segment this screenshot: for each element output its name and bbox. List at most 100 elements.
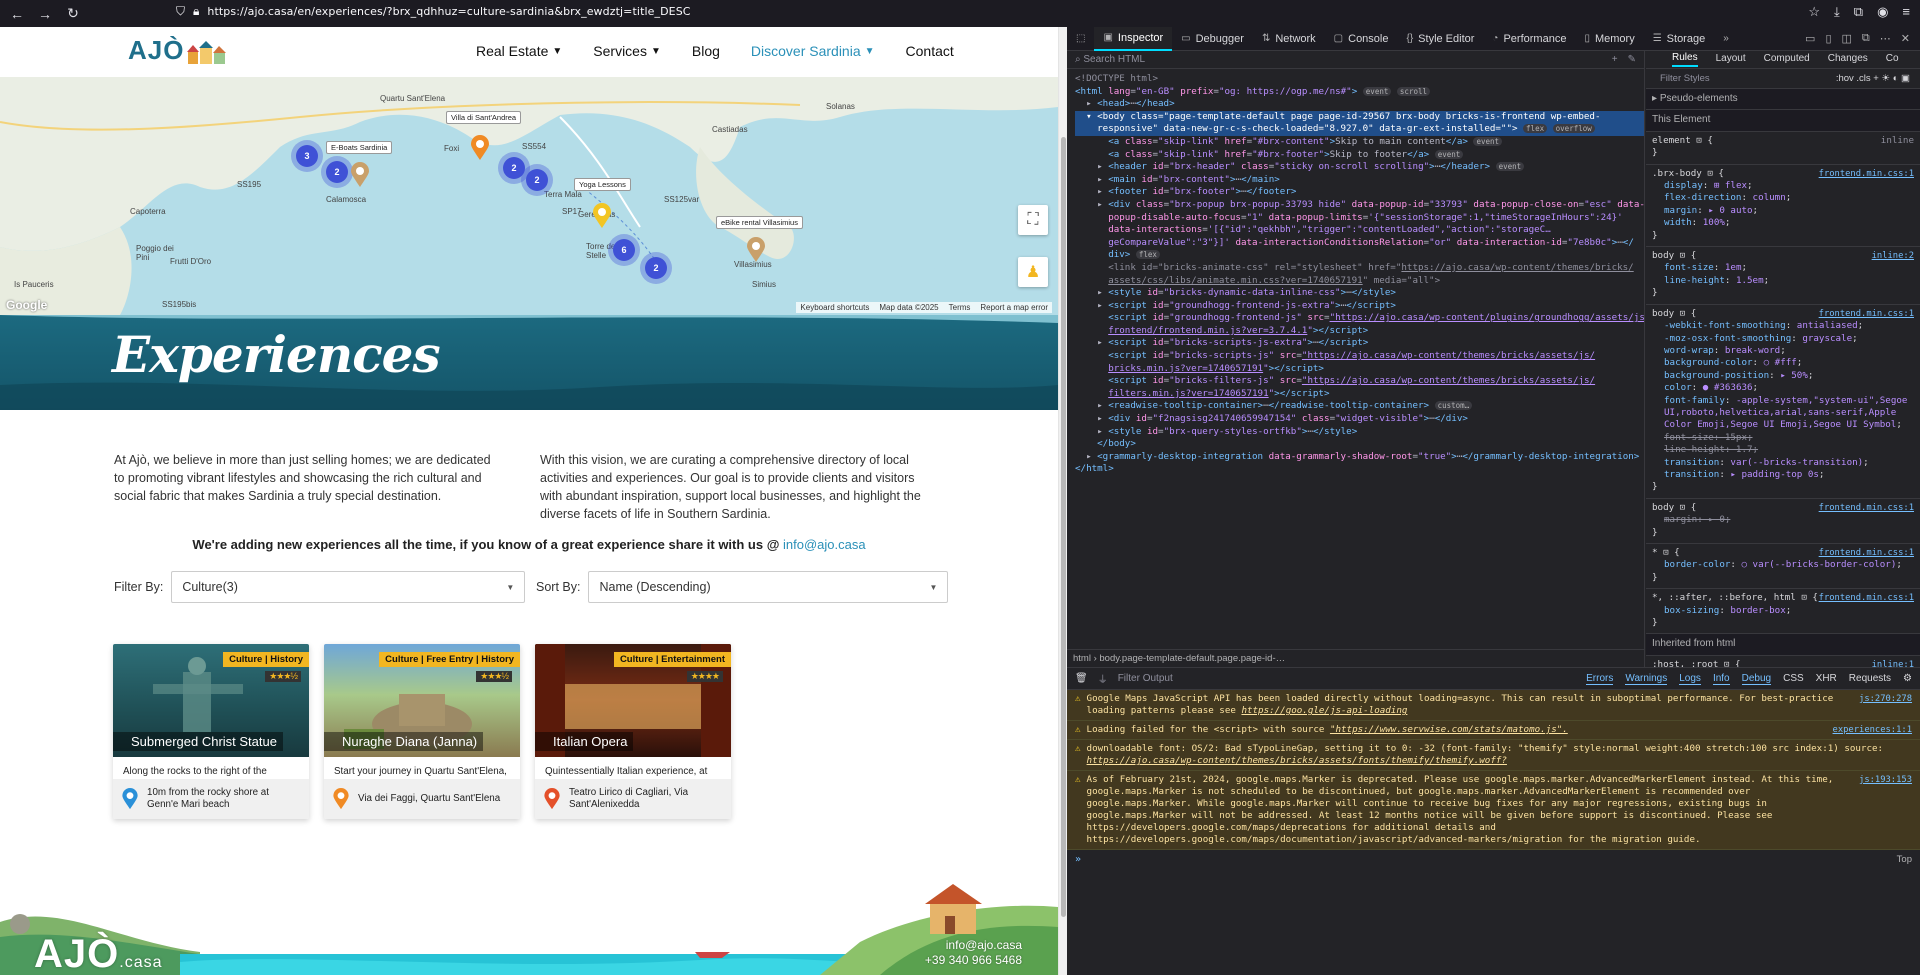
filter-warnings[interactable]: Warnings <box>1625 673 1668 685</box>
tree-node[interactable]: ▸ <div id="f2nagsisg241740659947154" cla… <box>1075 413 1644 426</box>
sort-select[interactable]: Name (Descending) ▼ <box>588 571 949 603</box>
filter-debug[interactable]: Debug <box>1741 673 1772 685</box>
keyboard-shortcuts-link[interactable]: Keyboard shortcuts <box>800 303 869 312</box>
message-link[interactable]: https://ajo.casa/wp-content/themes/brick… <box>1087 755 1507 766</box>
message-source[interactable]: js:270:278 <box>1859 693 1912 717</box>
settings-gear-icon[interactable]: ⚙ <box>1903 673 1912 685</box>
scrollbar-thumb[interactable] <box>1061 137 1066 917</box>
marker-callout[interactable]: Yoga Lessons <box>574 178 631 191</box>
tree-node-selected[interactable]: responsive" data-new-gr-c-s-check-loaded… <box>1075 123 1644 136</box>
pseudo-elements-toggle[interactable]: ▸ Pseudo-elements <box>1646 89 1920 111</box>
more-tabs-icon[interactable]: » <box>1714 27 1738 51</box>
tab-performance[interactable]: ◔ Performance <box>1483 27 1575 51</box>
close-icon[interactable]: ✕ <box>1901 32 1910 45</box>
downloads-icon[interactable]: ⤓ <box>1834 4 1840 20</box>
tab-network[interactable]: ⇅ Network <box>1253 27 1325 51</box>
experience-card[interactable]: Culture | Entertainment ★★★★ Italian Ope… <box>535 644 731 819</box>
tree-node[interactable]: filters.min.js?ver=1740657191"></script> <box>1075 388 1644 401</box>
tab-inspector[interactable]: ▣ Inspector <box>1094 26 1173 51</box>
menu-discover-sardinia[interactable]: Discover Sardinia ▼ <box>751 43 875 59</box>
responsive-icon[interactable]: ▯ <box>1825 32 1831 45</box>
trash-icon[interactable]: 🗑︎ <box>1075 673 1088 684</box>
filter-requests[interactable]: Requests <box>1849 673 1891 685</box>
console-warning[interactable]: ⚠ As of February 21st, 2024, google.maps… <box>1067 771 1920 850</box>
tab-compatibility[interactable]: Co <box>1886 53 1899 65</box>
tree-node[interactable]: ▸ <header id="brx-header" class="sticky … <box>1075 161 1644 174</box>
tree-node[interactable]: ▸ <script id="bricks-scripts-js-extra">⋯… <box>1075 337 1644 350</box>
tab-changes[interactable]: Changes <box>1828 53 1868 65</box>
account-icon[interactable]: ◉ <box>1877 4 1888 20</box>
address-bar[interactable]: ⛉ 🔒︎ https://ajo.casa/en/experiences/?br… <box>176 4 691 19</box>
tab-computed[interactable]: Computed <box>1764 53 1810 65</box>
tree-node[interactable]: <script id="groundhogg-frontend-js" src=… <box>1075 312 1644 325</box>
tree-node[interactable]: <script id="bricks-filters-js" src="http… <box>1075 375 1644 388</box>
menu-icon[interactable]: ≡ <box>1902 4 1910 20</box>
message-source[interactable]: experiences:1:1 <box>1833 724 1912 736</box>
tab-rules[interactable]: Rules <box>1672 52 1698 67</box>
tree-node[interactable]: bricks.min.js?ver=1740657191"></script> <box>1075 363 1644 376</box>
tree-node[interactable]: frontend/frontend.min.js?ver=3.7.4.1"></… <box>1075 325 1644 338</box>
console-warning[interactable]: ⚠ Loading failed for the <script> with s… <box>1067 721 1920 740</box>
tree-node[interactable]: data-interactions='[{"id":"qekhbh","trig… <box>1075 224 1644 237</box>
console-warning[interactable]: ⚠ Google Maps JavaScript API has been lo… <box>1067 690 1920 721</box>
tree-node[interactable]: <!DOCTYPE html> <box>1075 73 1644 86</box>
menu-real-estate[interactable]: Real Estate ▼ <box>476 43 562 59</box>
tree-node[interactable]: <link id="bricks-animate-css" rel="style… <box>1075 262 1644 275</box>
tree-node[interactable]: ▸ <div class="brx-popup brx-popup-33793 … <box>1075 199 1644 212</box>
share-email-link[interactable]: info@ajo.casa <box>783 537 866 552</box>
filter-styles-input[interactable]: Filter Styles :hov .cls + ☀ ◐ ▣ <box>1646 69 1920 89</box>
tab-style-editor[interactable]: {} Style Editor <box>1397 27 1483 51</box>
tree-node[interactable]: assets/css/libs/animate.min.css?ver=1740… <box>1075 275 1644 288</box>
tree-node[interactable]: ▸ <style id="brx-query-styles-ortfkb">⋯<… <box>1075 426 1644 439</box>
bookmark-star-icon[interactable]: ☆ <box>1808 4 1820 20</box>
marker-callout[interactable]: E-Boats Sardinia <box>326 141 393 154</box>
tree-node[interactable]: ▸ <main id="brx-content">⋯</main> <box>1075 174 1644 187</box>
filter-select[interactable]: Culture(3) ▼ <box>171 571 526 603</box>
html-search[interactable]: ⌕ Search HTML + ✎ <box>1067 51 1644 69</box>
tree-node[interactable]: <a class="skip-link" href="#brx-footer">… <box>1075 149 1644 162</box>
map-pin-icon[interactable] <box>350 162 370 188</box>
add-node-icon[interactable]: + <box>1612 54 1618 65</box>
marker-cluster[interactable]: 2 <box>503 157 525 179</box>
footer-email-link[interactable]: info@ajo.casa <box>925 938 1022 953</box>
tab-memory[interactable]: ▯ Memory <box>1575 27 1643 51</box>
tab-storage[interactable]: ☰ Storage <box>1644 27 1715 51</box>
menu-services[interactable]: Services ▼ <box>593 43 661 59</box>
forward-icon[interactable]: → <box>34 3 56 25</box>
marker-callout[interactable]: eBike rental Villasimius <box>716 216 803 229</box>
tab-debugger[interactable]: ▭ Debugger <box>1172 27 1253 51</box>
menu-blog[interactable]: Blog <box>692 43 720 59</box>
footer-phone-link[interactable]: +39 340 966 5468 <box>925 953 1022 968</box>
tree-node[interactable]: geCompareValue":"3"}]' data-interactionC… <box>1075 237 1644 250</box>
page-scrollbar[interactable] <box>1058 27 1067 975</box>
terms-link[interactable]: Terms <box>949 303 971 312</box>
dock-icon[interactable]: ▭ <box>1805 32 1815 45</box>
tree-node[interactable]: popup-disable-auto-focus="1" data-popup-… <box>1075 212 1644 225</box>
tree-node[interactable]: ▸ <head>⋯</head> <box>1075 98 1644 111</box>
filter-xhr[interactable]: XHR <box>1816 673 1837 685</box>
more-options-icon[interactable]: ⋯ <box>1880 32 1891 45</box>
map-pin-icon[interactable] <box>746 237 766 263</box>
context-selector[interactable]: Top <box>1897 854 1912 865</box>
footer-logo[interactable]: AJÒ.casa <box>34 932 163 975</box>
console-input[interactable]: » Top <box>1067 850 1920 869</box>
tree-node[interactable]: <a class="skip-link" href="#brx-content"… <box>1075 136 1644 149</box>
console-filter-input[interactable]: Filter Output <box>1118 673 1173 684</box>
site-logo[interactable]: AJÒ <box>128 35 228 66</box>
filter-errors[interactable]: Errors <box>1586 673 1614 685</box>
tab-console[interactable]: ▢ Console <box>1325 27 1398 51</box>
marker-cluster[interactable]: 6 <box>613 239 635 261</box>
menu-contact[interactable]: Contact <box>906 43 954 59</box>
tree-node[interactable]: ▸ <grammarly-desktop-integration data-gr… <box>1075 451 1644 464</box>
tree-node[interactable]: ▸ <style id="bricks-dynamic-data-inline-… <box>1075 287 1644 300</box>
experience-card[interactable]: Culture | Free Entry | History ★★★½ Nura… <box>324 644 520 819</box>
tab-layout[interactable]: Layout <box>1716 53 1746 65</box>
message-link[interactable]: "https://www.servwise.com/stats/matomo.j… <box>1330 724 1568 735</box>
tree-node[interactable]: ▸ <readwise-tooltip-container>⋯</readwis… <box>1075 400 1644 413</box>
element-picker-icon[interactable]: ⬚ <box>1067 27 1094 51</box>
fullscreen-icon[interactable]: ⛶ <box>1018 205 1048 235</box>
split-icon[interactable]: ◫ <box>1842 32 1852 45</box>
map-pin-icon[interactable] <box>470 135 490 161</box>
tree-node[interactable]: div> flex <box>1075 249 1644 262</box>
tree-node[interactable]: <html lang="en-GB" prefix="og: https://o… <box>1075 86 1644 99</box>
